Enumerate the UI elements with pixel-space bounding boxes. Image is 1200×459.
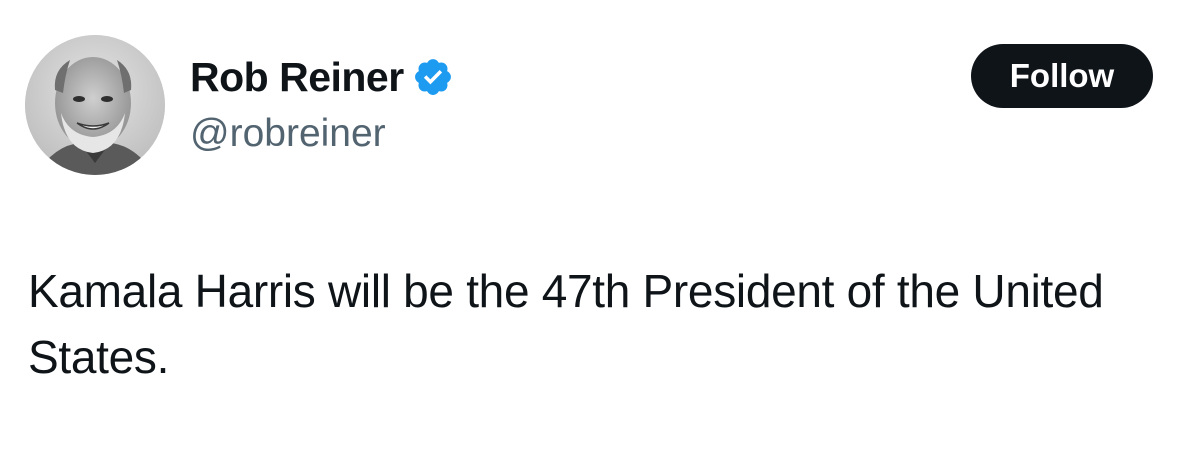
- follow-button[interactable]: Follow: [971, 44, 1153, 108]
- verified-badge-icon[interactable]: [412, 56, 454, 98]
- tweet-card: Rob Reiner @robreiner Follow Kamala Harr…: [0, 0, 1200, 459]
- user-handle[interactable]: @robreiner: [190, 112, 386, 156]
- display-name[interactable]: Rob Reiner: [190, 54, 404, 101]
- author-name-row: Rob Reiner: [190, 52, 454, 102]
- tweet-text: Kamala Harris will be the 47th President…: [28, 265, 1104, 383]
- avatar-photo: [25, 35, 165, 175]
- avatar[interactable]: [25, 35, 165, 175]
